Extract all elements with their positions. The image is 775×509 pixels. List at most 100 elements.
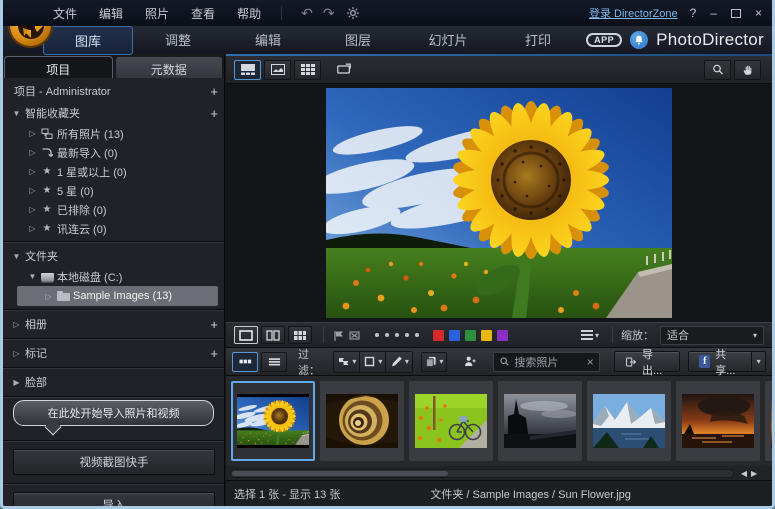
share-dropdown-button[interactable]: ▾ bbox=[752, 351, 766, 372]
color-label-red[interactable] bbox=[433, 330, 444, 341]
share-button[interactable]: f 共享... bbox=[688, 351, 752, 372]
scroll-left-icon[interactable]: ◀ bbox=[741, 469, 751, 478]
filter-flags-button[interactable]: ▾ bbox=[334, 352, 360, 372]
add-collection-button[interactable]: + bbox=[210, 107, 218, 120]
add-tag-button[interactable]: + bbox=[210, 347, 218, 360]
tab-project[interactable]: 项目 bbox=[4, 56, 113, 78]
expand-icon[interactable]: ▷ bbox=[11, 349, 22, 358]
add-project-button[interactable]: + bbox=[210, 85, 218, 98]
filter-color-label-button[interactable]: ▾ bbox=[421, 352, 447, 372]
thumbnail-mountain-lake[interactable] bbox=[587, 381, 671, 461]
collapse-icon[interactable]: ▼ bbox=[27, 272, 38, 281]
tab-adjustment[interactable]: 调整 bbox=[133, 26, 223, 55]
tree-item-1-star-or-above[interactable]: ▷ ★ 1 星或以上 (0) bbox=[3, 162, 224, 181]
thumbnail-partial[interactable] bbox=[765, 381, 772, 461]
maximize-button[interactable] bbox=[731, 9, 741, 18]
app-badge[interactable]: APP bbox=[586, 33, 622, 47]
add-face-tag-button[interactable] bbox=[456, 352, 482, 372]
search-input[interactable]: 搜索照片 bbox=[514, 354, 586, 370]
flag-reject-icon[interactable] bbox=[348, 329, 361, 342]
tree-item-5-star[interactable]: ▷ ★ 5 星 (0) bbox=[3, 181, 224, 200]
tab-slideshow[interactable]: 幻灯片 bbox=[403, 26, 493, 55]
undo-icon[interactable]: ↶ bbox=[301, 5, 313, 22]
thumbnail-dark-church[interactable] bbox=[498, 381, 582, 461]
compare-view-button[interactable] bbox=[261, 326, 285, 344]
tab-metadata[interactable]: 元数据 bbox=[115, 56, 224, 78]
search-clear-icon[interactable]: × bbox=[587, 355, 594, 369]
collapse-icon[interactable]: ▼ bbox=[11, 109, 22, 118]
sort-menu-button[interactable]: ▾ bbox=[576, 326, 604, 344]
color-label-blue[interactable] bbox=[449, 330, 460, 341]
scrollbar-track[interactable] bbox=[230, 469, 734, 478]
tree-item-smart-collections[interactable]: ▼ 智能收藏夹 + bbox=[3, 102, 224, 124]
color-label-yellow[interactable] bbox=[481, 330, 492, 341]
multi-view-button[interactable] bbox=[288, 326, 312, 344]
thumbnail-strip-view-button[interactable] bbox=[232, 352, 258, 372]
list-view-button[interactable] bbox=[261, 352, 287, 372]
color-label-purple[interactable] bbox=[497, 330, 508, 341]
tab-library[interactable]: 图库 bbox=[43, 26, 133, 55]
scroll-right-icon[interactable]: ▶ bbox=[751, 469, 761, 478]
pan-hand-button[interactable] bbox=[734, 60, 761, 80]
expand-icon[interactable]: ▷ bbox=[27, 205, 38, 214]
settings-gear-icon[interactable] bbox=[346, 6, 360, 20]
tree-item-faces[interactable]: ▶ 脸部 bbox=[3, 371, 224, 393]
expand-icon[interactable]: ▷ bbox=[27, 186, 38, 195]
thumbnail-sunflower-selected[interactable] bbox=[231, 381, 315, 461]
expand-icon[interactable]: ▷ bbox=[27, 129, 38, 138]
collapse-icon[interactable]: ▼ bbox=[11, 252, 22, 261]
tree-item-local-disk-c[interactable]: ▼ 本地磁盘 (C:) bbox=[3, 267, 224, 286]
photo-viewer[interactable] bbox=[226, 84, 772, 322]
menu-help[interactable]: 帮助 bbox=[237, 5, 261, 22]
tab-edit[interactable]: 编辑 bbox=[223, 26, 313, 55]
expand-icon[interactable]: ▷ bbox=[27, 148, 38, 157]
menu-view[interactable]: 查看 bbox=[191, 5, 215, 22]
add-album-button[interactable]: + bbox=[210, 318, 218, 331]
thumbnail-bicycle[interactable] bbox=[409, 381, 493, 461]
filter-rating-button[interactable]: ▾ bbox=[360, 352, 386, 372]
tree-item-all-photos[interactable]: ▷ 所有照片 (13) bbox=[3, 124, 224, 143]
minimize-button[interactable]: – bbox=[710, 6, 717, 20]
mirror-display-button[interactable] bbox=[330, 60, 357, 80]
expand-icon[interactable]: ▷ bbox=[11, 320, 22, 329]
thumbnail-spiral-staircase[interactable] bbox=[320, 381, 404, 461]
color-label-green[interactable] bbox=[465, 330, 476, 341]
view-grid-button[interactable] bbox=[294, 60, 321, 80]
zoom-dropdown[interactable]: 适合 ▾ bbox=[660, 326, 764, 345]
expand-icon[interactable]: ▷ bbox=[27, 167, 38, 176]
tree-item-folders[interactable]: ▼ 文件夹 bbox=[3, 245, 224, 267]
export-button[interactable]: 导出... bbox=[614, 351, 681, 372]
view-single-photo-button[interactable] bbox=[264, 60, 291, 80]
thumbnail-sunset[interactable] bbox=[676, 381, 760, 461]
zoom-tool-button[interactable] bbox=[704, 60, 731, 80]
menu-edit[interactable]: 编辑 bbox=[99, 5, 123, 22]
tree-item-project-root[interactable]: 项目 - Administrator + bbox=[3, 80, 224, 102]
import-button[interactable]: 导入 bbox=[13, 492, 215, 509]
tree-item-cyberlink-cloud[interactable]: ▷ ★ 讯连云 (0) bbox=[3, 219, 224, 238]
tree-item-rejected[interactable]: ▷ ★ 已排除 (0) bbox=[3, 200, 224, 219]
close-button[interactable]: × bbox=[755, 6, 762, 20]
expand-icon[interactable]: ▷ bbox=[43, 292, 54, 301]
notification-bell-icon[interactable] bbox=[630, 31, 648, 49]
video-to-photo-button[interactable]: 视频截图快手 bbox=[13, 449, 215, 475]
star-rating-dots[interactable] bbox=[375, 333, 419, 337]
tree-item-albums[interactable]: ▷ 相册 + bbox=[3, 313, 224, 335]
menu-photo[interactable]: 照片 bbox=[145, 5, 169, 22]
menu-file[interactable]: 文件 bbox=[53, 5, 77, 22]
tree-item-tags[interactable]: ▷ 标记 + bbox=[3, 342, 224, 364]
single-view-button[interactable] bbox=[234, 326, 258, 344]
login-directorzone-link[interactable]: 登录 DirectorZone bbox=[589, 5, 678, 21]
tab-layers[interactable]: 图层 bbox=[313, 26, 403, 55]
tree-item-sample-images[interactable]: ▷ Sample Images (13) bbox=[17, 286, 218, 306]
view-photo-strip-button[interactable] bbox=[234, 60, 261, 80]
search-box[interactable]: 搜索照片 × bbox=[493, 352, 599, 372]
redo-icon[interactable]: ↷ bbox=[323, 5, 335, 22]
expand-icon[interactable]: ▶ bbox=[11, 378, 22, 387]
help-button[interactable]: ? bbox=[690, 6, 697, 20]
scrollbar-thumb[interactable] bbox=[232, 471, 448, 476]
flag-pick-icon[interactable] bbox=[332, 329, 345, 342]
tab-print[interactable]: 打印 bbox=[493, 26, 583, 55]
expand-icon[interactable]: ▷ bbox=[27, 224, 38, 233]
filter-edited-button[interactable]: ▾ bbox=[386, 352, 412, 372]
tree-item-latest-import[interactable]: ▷ 最新导入 (0) bbox=[3, 143, 224, 162]
